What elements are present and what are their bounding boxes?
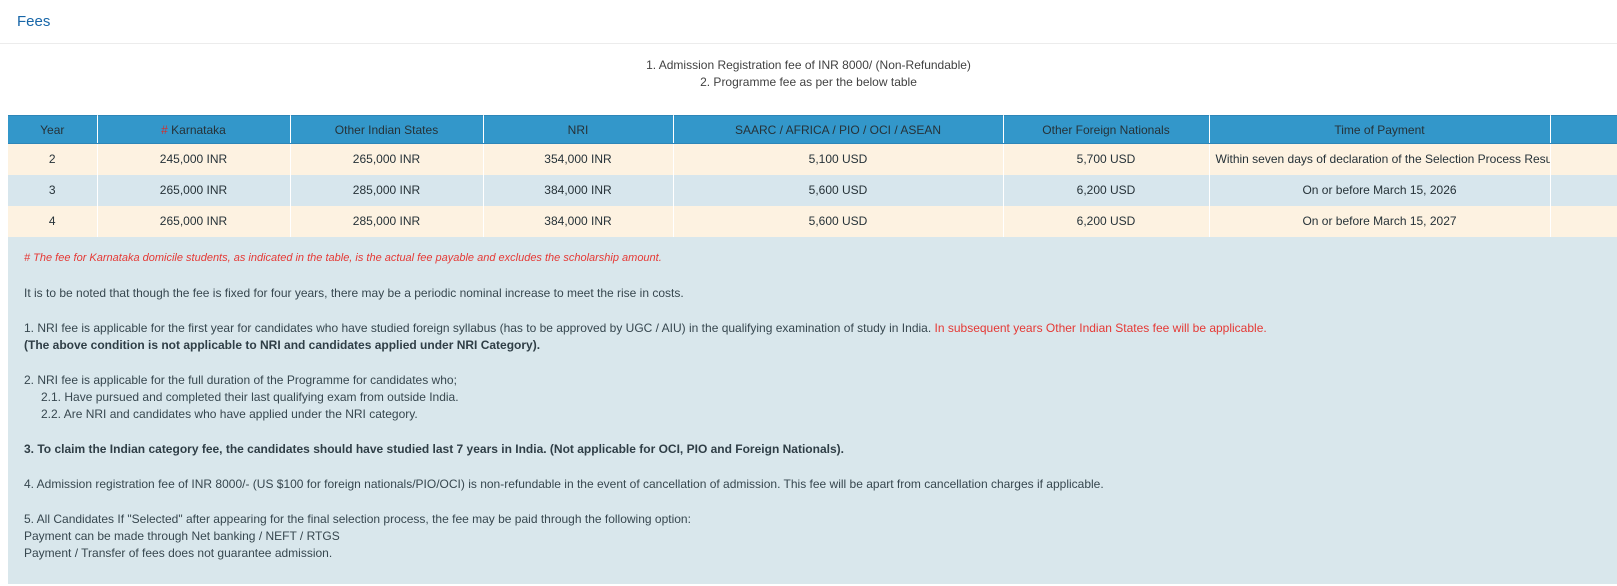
intro-line-programme-fee: 2. Programme fee as per the below table bbox=[700, 75, 917, 89]
cell-nri-fee: 384,000 INR bbox=[483, 205, 674, 237]
cell-other-indian-fee: 265,000 INR bbox=[290, 143, 484, 175]
fee-fixed-note: It is to be noted that though the fee is… bbox=[24, 285, 684, 300]
cell-other-indian-fee: 285,000 INR bbox=[290, 205, 484, 237]
note-2-1: 2.1. Have pursued and completed their la… bbox=[41, 389, 459, 404]
cell-other-foreign-fee: 6,200 USD bbox=[1003, 205, 1210, 237]
note-4: 4. Admission registration fee of INR 800… bbox=[24, 476, 1104, 491]
note-3: 3. To claim the Indian category fee, the… bbox=[24, 441, 844, 456]
cell-payment-time: Within seven days of declaration of the … bbox=[1209, 143, 1551, 175]
cell-clipped bbox=[1550, 174, 1617, 206]
cell-nri-fee: 354,000 INR bbox=[483, 143, 674, 175]
table-header-row: Year # Karnataka Other Indian States NRI… bbox=[8, 115, 1617, 144]
note-5-disclaimer: Payment / Transfer of fees does not guar… bbox=[24, 545, 333, 560]
cell-karnataka-fee: 245,000 INR bbox=[97, 143, 291, 175]
table-row: 4 265,000 INR 285,000 INR 384,000 INR 5,… bbox=[8, 205, 1617, 237]
intro-line-registration-fee: 1. Admission Registration fee of INR 800… bbox=[646, 58, 971, 72]
column-header-nri: NRI bbox=[483, 115, 674, 144]
karnataka-domicile-note: # The fee for Karnataka domicile student… bbox=[24, 251, 662, 264]
cell-other-foreign-fee: 6,200 USD bbox=[1003, 174, 1210, 206]
cell-clipped bbox=[1550, 143, 1617, 175]
intro-text: 1. Admission Registration fee of INR 800… bbox=[0, 57, 1617, 91]
cell-other-foreign-fee: 5,700 USD bbox=[1003, 143, 1210, 175]
notes-panel: # The fee for Karnataka domicile student… bbox=[8, 236, 1617, 584]
note-1: 1. NRI fee is applicable for the first y… bbox=[24, 320, 1601, 337]
cell-saarc-fee: 5,600 USD bbox=[673, 205, 1004, 237]
note-2: 2. NRI fee is applicable for the full du… bbox=[24, 372, 457, 387]
section-header: Fees bbox=[0, 0, 1617, 44]
cell-year: 2 bbox=[8, 143, 98, 175]
note-2-2: 2.2. Are NRI and candidates who have app… bbox=[41, 406, 418, 421]
column-header-clipped bbox=[1550, 115, 1617, 144]
karnataka-label: Karnataka bbox=[171, 122, 226, 137]
note-5-payment-methods: Payment can be made through Net banking … bbox=[24, 528, 340, 543]
column-header-time-of-payment: Time of Payment bbox=[1209, 115, 1551, 144]
note-1-red-highlight: In subsequent years Other Indian States … bbox=[934, 320, 1267, 335]
column-header-year: Year bbox=[8, 115, 98, 144]
note-1-sub: (The above condition is not applicable t… bbox=[24, 337, 541, 352]
cell-saarc-fee: 5,100 USD bbox=[673, 143, 1004, 175]
note-1-main: 1. NRI fee is applicable for the first y… bbox=[24, 320, 935, 335]
table-row: 2 245,000 INR 265,000 INR 354,000 INR 5,… bbox=[8, 143, 1617, 175]
cell-payment-time: On or before March 15, 2026 bbox=[1209, 174, 1551, 206]
cell-karnataka-fee: 265,000 INR bbox=[97, 174, 291, 206]
column-header-other-foreign-nationals: Other Foreign Nationals bbox=[1003, 115, 1210, 144]
note-5: 5. All Candidates If "Selected" after ap… bbox=[24, 511, 691, 526]
column-header-saarc: SAARC / AFRICA / PIO / OCI / ASEAN bbox=[673, 115, 1004, 144]
cell-karnataka-fee: 265,000 INR bbox=[97, 205, 291, 237]
column-header-karnataka: # Karnataka bbox=[97, 115, 291, 144]
page-title[interactable]: Fees bbox=[17, 13, 50, 30]
cell-year: 3 bbox=[8, 174, 98, 206]
cell-year: 4 bbox=[8, 205, 98, 237]
cell-nri-fee: 384,000 INR bbox=[483, 174, 674, 206]
cell-payment-time: On or before March 15, 2027 bbox=[1209, 205, 1551, 237]
karnataka-hash-mark: # bbox=[161, 122, 172, 137]
cell-saarc-fee: 5,600 USD bbox=[673, 174, 1004, 206]
column-header-other-indian-states: Other Indian States bbox=[290, 115, 484, 144]
table-row: 3 265,000 INR 285,000 INR 384,000 INR 5,… bbox=[8, 174, 1617, 206]
fees-table: Year # Karnataka Other Indian States NRI… bbox=[8, 115, 1617, 237]
cell-clipped bbox=[1550, 205, 1617, 237]
fees-table-viewport: Year # Karnataka Other Indian States NRI… bbox=[8, 115, 1617, 237]
cell-other-indian-fee: 285,000 INR bbox=[290, 174, 484, 206]
